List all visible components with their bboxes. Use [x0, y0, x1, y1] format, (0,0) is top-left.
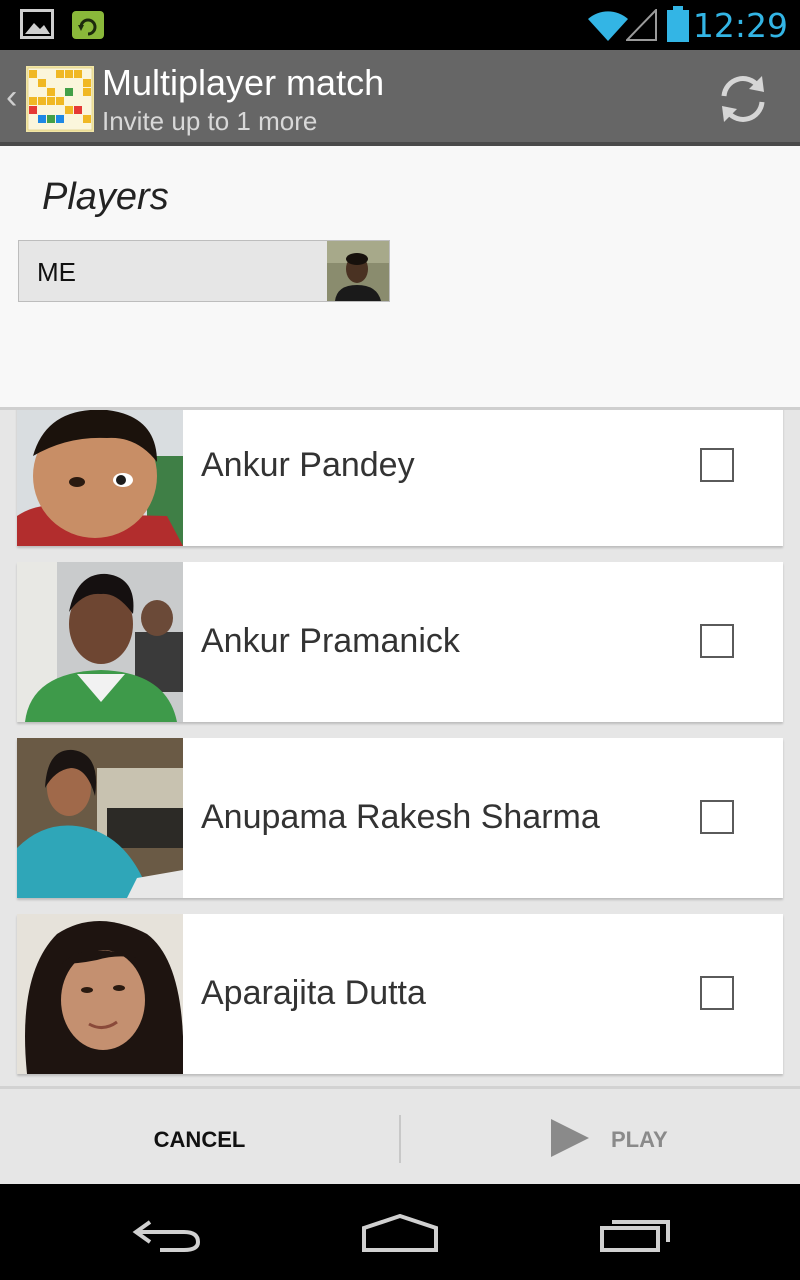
app-icon[interactable] — [26, 66, 94, 132]
play-icon — [551, 1119, 589, 1157]
friend-name: Anupama Rakesh Sharma — [201, 798, 600, 836]
refresh-icon[interactable] — [716, 72, 770, 126]
players-section: Players ME — [0, 146, 800, 410]
me-avatar — [327, 241, 389, 301]
signal-icon — [626, 9, 657, 41]
friend-name: Ankur Pandey — [201, 446, 415, 484]
status-bar: 12:29 — [0, 0, 800, 50]
back-icon[interactable] — [130, 1214, 204, 1254]
players-heading: Players — [42, 176, 169, 218]
friend-name: Ankur Pramanick — [201, 622, 460, 660]
wifi-icon — [588, 11, 628, 41]
friend-avatar — [17, 914, 183, 1074]
bottom-button-bar: CANCEL PLAY — [0, 1086, 800, 1184]
action-bar-title: Multiplayer match — [102, 62, 385, 103]
friend-name: Aparajita Dutta — [201, 974, 426, 1012]
recents-icon[interactable] — [598, 1214, 674, 1254]
friend-avatar — [17, 562, 183, 722]
me-player-chip[interactable]: ME — [18, 240, 390, 302]
gallery-notification-icon — [20, 9, 54, 39]
friend-checkbox[interactable] — [700, 448, 734, 482]
up-chevron-icon[interactable]: ‹ — [6, 78, 17, 117]
action-bar-subtitle: Invite up to 1 more — [102, 106, 318, 136]
friend-row[interactable]: Anupama Rakesh Sharma — [17, 738, 783, 898]
status-time: 12:29 — [692, 6, 788, 45]
friend-checkbox[interactable] — [700, 800, 734, 834]
play-button[interactable]: PLAY — [401, 1089, 800, 1187]
friend-row[interactable]: Aparajita Dutta — [17, 914, 783, 1074]
friend-checkbox[interactable] — [700, 624, 734, 658]
action-bar: ‹ Multiplayer match Invite up to 1 more — [0, 50, 800, 146]
friend-checkbox[interactable] — [700, 976, 734, 1010]
battery-icon — [667, 6, 689, 42]
home-icon[interactable] — [360, 1214, 440, 1254]
play-label: PLAY — [611, 1127, 668, 1152]
cancel-label: CANCEL — [153, 1127, 246, 1152]
navigation-bar — [0, 1184, 800, 1280]
me-label: ME — [37, 257, 76, 287]
friends-list[interactable]: Ankur Pandey Ankur Pramanick Anupama Rak… — [0, 410, 800, 1086]
friend-avatar — [17, 738, 183, 898]
friend-avatar — [17, 410, 183, 546]
cancel-button[interactable]: CANCEL — [0, 1089, 399, 1187]
app-update-notification-icon — [72, 11, 104, 39]
friend-row[interactable]: Ankur Pramanick — [17, 562, 783, 722]
friend-row[interactable]: Ankur Pandey — [17, 410, 783, 546]
